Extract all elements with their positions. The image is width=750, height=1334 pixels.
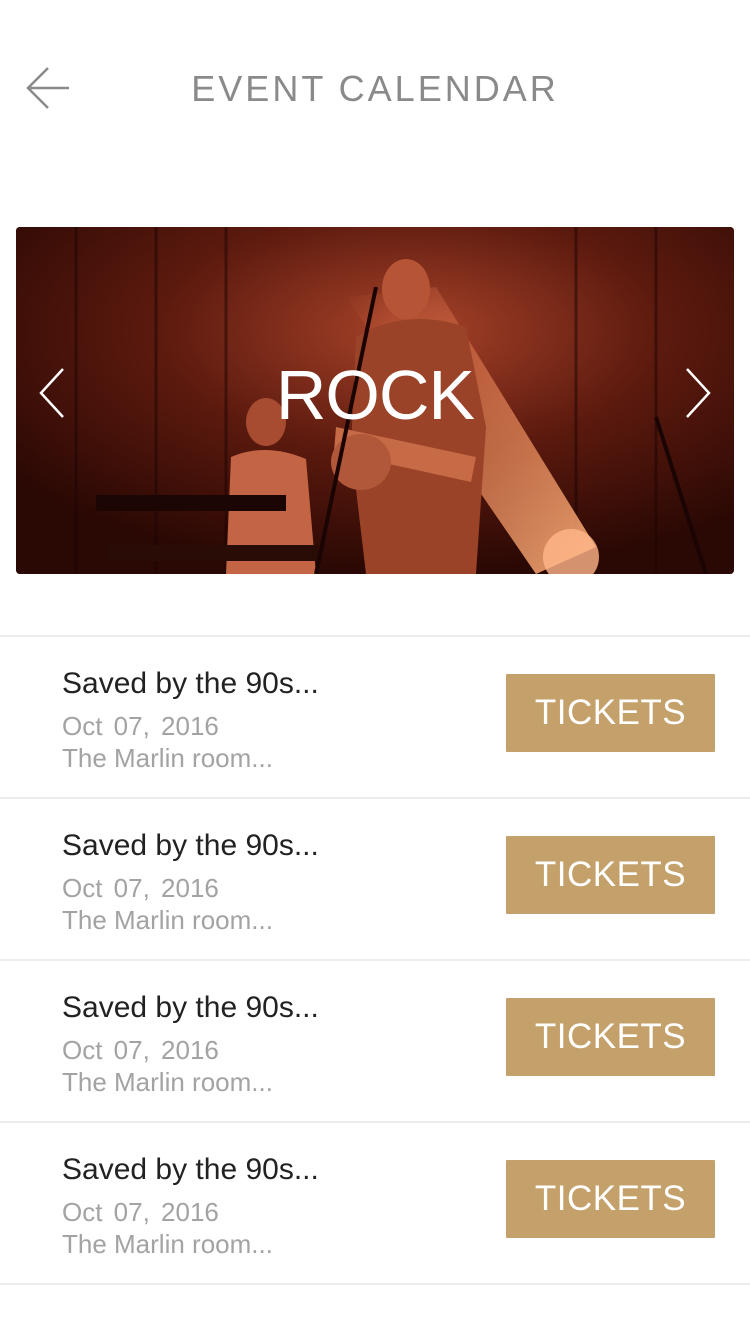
event-row[interactable]: Saved by the 90s... Oct 07, 2016 The Mar… (0, 637, 750, 799)
page-title: EVENT CALENDAR (191, 68, 559, 109)
event-name: Saved by the 90s... (62, 829, 319, 862)
genre-banner[interactable]: ROCK (16, 227, 734, 574)
event-name: Saved by the 90s... (62, 991, 319, 1024)
event-list: Saved by the 90s... Oct 07, 2016 The Mar… (0, 635, 750, 1285)
event-row[interactable]: Saved by the 90s... Oct 07, 2016 The Mar… (0, 1123, 750, 1285)
event-date: Oct 07, 2016 (62, 873, 219, 903)
tickets-button[interactable]: TICKETS (506, 836, 715, 914)
event-name: Saved by the 90s... (62, 667, 319, 700)
event-row[interactable]: Saved by the 90s... Oct 07, 2016 The Mar… (0, 799, 750, 961)
event-venue: The Marlin room... (62, 743, 273, 773)
chevron-right-icon (686, 368, 711, 418)
tickets-button[interactable]: TICKETS (506, 674, 715, 752)
app-header: EVENT CALENDAR (0, 0, 750, 180)
tickets-button[interactable]: TICKETS (506, 998, 715, 1076)
event-date: Oct 07, 2016 (62, 1197, 219, 1227)
event-venue: The Marlin room... (62, 1229, 273, 1259)
event-date: Oct 07, 2016 (62, 711, 219, 741)
event-name: Saved by the 90s... (62, 1153, 319, 1186)
genre-title: ROCK (275, 356, 475, 434)
event-venue: The Marlin room... (62, 1067, 273, 1097)
banner-next-button[interactable] (678, 363, 718, 423)
tickets-button[interactable]: TICKETS (506, 1160, 715, 1238)
event-venue: The Marlin room... (62, 905, 273, 935)
event-row[interactable]: Saved by the 90s... Oct 07, 2016 The Mar… (0, 961, 750, 1123)
event-date: Oct 07, 2016 (62, 1035, 219, 1065)
